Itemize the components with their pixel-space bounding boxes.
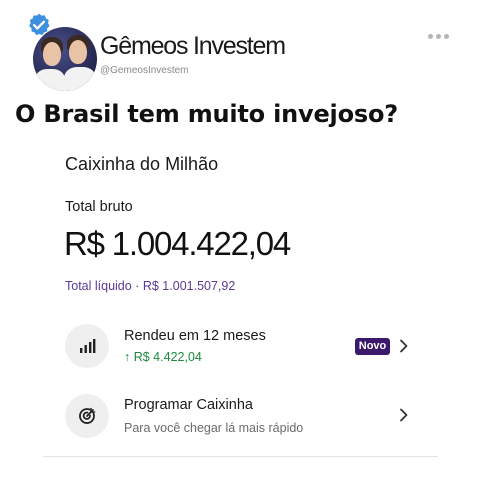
author-handle[interactable]: @GemeosInvestem [100,65,189,76]
chevron-right-icon[interactable] [399,339,409,353]
net-total-line[interactable]: Total líquido · R$ 1.001.507,92 [65,279,235,293]
earnings-value: R$ 4.422,04 [133,350,202,364]
author-name[interactable]: Gêmeos Investem [100,32,286,61]
schedule-box-title[interactable]: Programar Caixinha [124,397,253,413]
verified-badge-icon [29,13,50,36]
target-icon [65,394,109,438]
divider [43,456,438,457]
gross-total-label: Total bruto [65,199,133,215]
net-total-value: R$ 1.001.507,92 [142,279,236,293]
more-options-icon[interactable] [428,26,458,39]
bar-chart-icon [65,324,109,368]
post-text: O Brasil tem muito invejoso? [15,100,398,128]
earnings-row-subtitle: ↑ R$ 4.422,04 [124,350,202,364]
net-total-label: Total líquido [65,279,132,293]
up-arrow-icon: ↑ [124,350,131,364]
earnings-row-title[interactable]: Rendeu em 12 meses [124,328,266,344]
box-title: Caixinha do Milhão [65,154,219,174]
gross-total-value: R$ 1.004.422,04 [64,225,291,262]
net-total-separator: · [135,279,140,293]
new-badge: Novo [355,338,390,355]
chevron-right-icon[interactable] [399,408,409,422]
schedule-box-subtitle: Para você chegar lá mais rápido [124,421,304,435]
